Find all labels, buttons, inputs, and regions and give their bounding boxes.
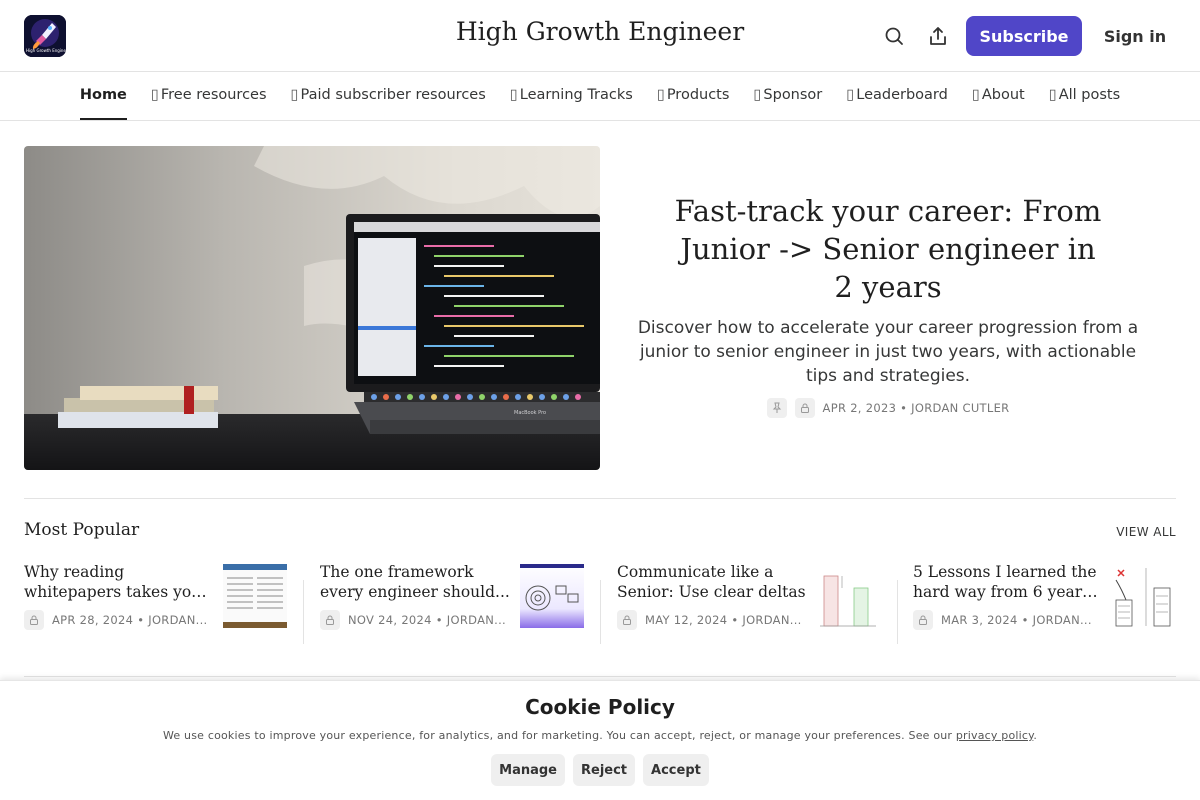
cookie-banner-title: Cookie Policy (525, 695, 675, 719)
laptop-label: MacBook Pro (514, 410, 546, 416)
cookie-text-end: . (1033, 729, 1038, 742)
section-divider (24, 676, 1176, 677)
nav-item-products[interactable]: ▯ Products (657, 87, 730, 120)
cookie-banner: Cookie Policy We use cookies to improve … (0, 680, 1200, 800)
featured-post-date-author: APR 2, 2023 • JORDAN CUTLER (822, 401, 1010, 415)
share-button[interactable] (926, 24, 950, 48)
title-line: Communicate like a (617, 563, 774, 581)
popular-post-meta: APR 28, 2024 • JORDAN... (24, 610, 207, 630)
nav-label: About (981, 87, 1025, 103)
share-icon (930, 27, 946, 45)
cookie-buttons: Manage Reject Accept (0, 754, 1200, 786)
search-icon (885, 27, 903, 45)
nav-label: All posts (1058, 87, 1121, 103)
nav-item-learning-tracks[interactable]: ▯ Learning Tracks (510, 87, 633, 120)
search-button[interactable] (882, 24, 906, 48)
featured-post: Fast-track your career: From Junior -> S… (628, 192, 1148, 418)
popular-post-meta: MAY 12, 2024 • JORDAN... (617, 610, 802, 630)
nav-item-paid-resources[interactable]: ▯ Paid subscriber resources (291, 87, 486, 120)
site-header: High Growth Engineer High Growth Enginee… (0, 0, 1200, 72)
featured-post-subtitle: Discover how to accelerate your career p… (637, 318, 1139, 386)
nav-item-about[interactable]: ▯ About (972, 87, 1025, 120)
post-thumbnail (816, 564, 880, 628)
most-popular-heading: Most Popular (24, 520, 140, 540)
lock-icon (320, 610, 340, 630)
main-nav: Home ▯ Free resources ▯ Paid subscriber re… (0, 72, 1200, 121)
lock-icon (913, 610, 933, 630)
hero-image[interactable]: MacBook Pro (24, 146, 600, 470)
popular-post-card[interactable]: The one framework every engineer should.… (320, 562, 584, 644)
popular-post-meta: NOV 24, 2024 • JORDAN... (320, 610, 506, 630)
nav-glyph-icon: ▯ (971, 87, 980, 103)
popular-post-meta: MAR 3, 2024 • JORDAN... (913, 610, 1092, 630)
logo-caption: High Growth Engineer (26, 48, 66, 53)
nav-item-sponsor[interactable]: ▯ Sponsor (753, 87, 822, 120)
nav-label: Learning Tracks (519, 87, 633, 103)
nav-glyph-icon: ▯ (290, 87, 299, 103)
title-line: Why reading (24, 563, 125, 581)
popular-post-title: Why reading whitepapers takes you... (24, 562, 214, 602)
popular-post-date-author: MAY 12, 2024 • JORDAN... (645, 613, 802, 627)
reject-cookies-button[interactable]: Reject (573, 754, 636, 786)
lock-icon (794, 398, 815, 418)
nav-item-free-resources[interactable]: ▯ Free resources (151, 87, 267, 120)
featured-post-title[interactable]: Fast-track your career: From Junior -> S… (628, 192, 1148, 306)
lock-icon (24, 610, 44, 630)
popular-post-title: 5 Lessons I learned the hard way from 6 … (913, 562, 1103, 602)
cookie-text-body: We use cookies to improve your experienc… (162, 729, 956, 742)
card-divider (303, 580, 304, 644)
card-divider (600, 580, 601, 644)
nav-label: Products (666, 87, 730, 103)
privacy-policy-link[interactable]: privacy policy (956, 729, 1033, 742)
nav-label: Sponsor (763, 87, 823, 103)
laptop-photo: MacBook Pro (24, 146, 600, 470)
nav-glyph-icon: ▯ (846, 87, 855, 103)
nav-glyph-icon: ▯ (656, 87, 665, 103)
section-divider (24, 498, 1176, 499)
nav-item-all-posts[interactable]: ▯ All posts (1049, 87, 1120, 120)
site-logo[interactable]: High Growth Engineer (24, 15, 66, 57)
title-line: 5 Lessons I learned the (913, 563, 1097, 581)
accept-cookies-button[interactable]: Accept (643, 754, 709, 786)
post-thumbnail (223, 564, 287, 628)
popular-post-date-author: NOV 24, 2024 • JORDAN... (348, 613, 507, 627)
title-line: every engineer should... (320, 583, 510, 601)
nav-glyph-icon: ▯ (1048, 87, 1057, 103)
post-thumbnail (520, 564, 584, 628)
popular-post-title: Communicate like a Senior: Use clear del… (617, 562, 807, 602)
cookie-banner-text: We use cookies to improve your experienc… (0, 729, 1200, 742)
nav-label: Leaderboard (856, 87, 948, 103)
card-divider (897, 580, 898, 644)
sign-in-button[interactable]: Sign in (1094, 16, 1176, 56)
nav-glyph-icon: ▯ (150, 87, 159, 103)
nav-glyph-icon: ▯ (753, 87, 762, 103)
nav-label: Free resources (160, 87, 267, 103)
popular-post-date-author: MAR 3, 2024 • JORDAN... (941, 613, 1092, 627)
title-line: hard way from 6 years... (913, 583, 1103, 601)
subscribe-button[interactable]: Subscribe (966, 16, 1082, 56)
post-thumbnail (1112, 564, 1176, 628)
popular-post-title: The one framework every engineer should.… (320, 562, 510, 602)
popular-post-card[interactable]: Why reading whitepapers takes you... APR… (24, 562, 288, 644)
pin-icon (766, 398, 787, 418)
featured-post-meta: APR 2, 2023 • JORDAN CUTLER (628, 398, 1148, 418)
lock-icon (617, 610, 637, 630)
nav-item-leaderboard[interactable]: ▯ Leaderboard (846, 87, 948, 120)
popular-post-date-author: APR 28, 2024 • JORDAN... (52, 613, 208, 627)
nav-item-home[interactable]: Home (79, 87, 127, 120)
nav-glyph-icon: ▯ (509, 87, 518, 103)
view-all-link[interactable]: VIEW ALL (1100, 525, 1176, 539)
nav-label: Paid subscriber resources (300, 87, 486, 103)
site-title[interactable]: High Growth Engineer (456, 17, 744, 46)
title-line: whitepapers takes you... (24, 583, 214, 601)
nav-label: Home (79, 87, 127, 103)
popular-post-card[interactable]: 5 Lessons I learned the hard way from 6 … (913, 562, 1176, 644)
title-line: The one framework (320, 563, 474, 581)
popular-post-card[interactable]: Communicate like a Senior: Use clear del… (617, 562, 881, 644)
title-line: Senior: Use clear deltas (617, 583, 806, 601)
manage-cookies-button[interactable]: Manage (491, 754, 565, 786)
